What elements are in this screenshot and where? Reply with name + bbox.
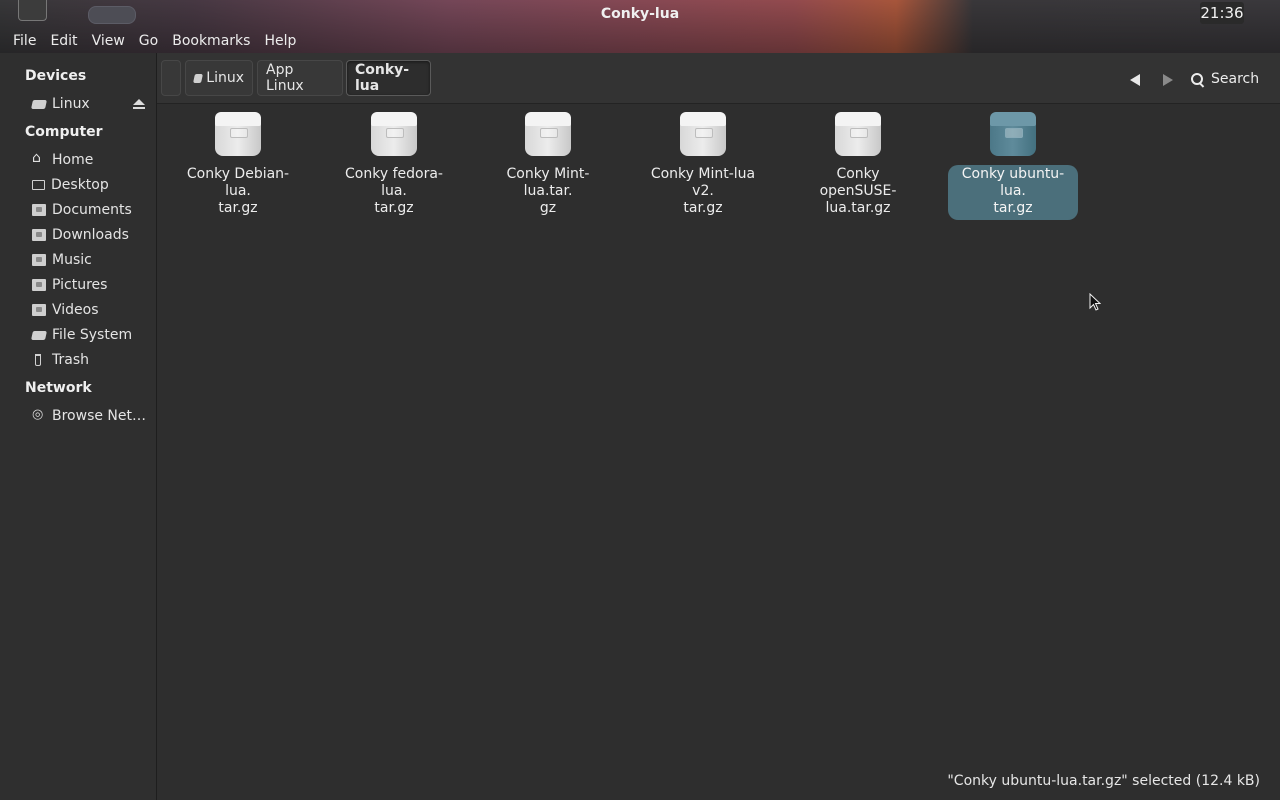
- sidebar-item-home[interactable]: Home: [32, 149, 154, 171]
- file-name: Conky fedora-lua. tar.gz: [345, 166, 443, 216]
- file-item[interactable]: Conky fedora-lua. tar.gz: [329, 112, 459, 220]
- sidebar-item-desktop[interactable]: Desktop: [32, 174, 154, 196]
- breadcrumb-label: Linux: [206, 70, 244, 86]
- sidebar-item-label: Documents: [52, 202, 132, 218]
- sidebar-item-label: Desktop: [51, 177, 109, 193]
- toolbar: Linux App Linux Conky-lua Search: [157, 53, 1280, 104]
- sidebar-item-music[interactable]: Music: [32, 249, 154, 271]
- drive-icon: [31, 331, 47, 340]
- file-name: Conky Debian-lua. tar.gz: [186, 166, 290, 216]
- sidebar-item-label: Videos: [52, 302, 99, 318]
- archive-icon: [988, 112, 1038, 160]
- sidebar-item-trash[interactable]: Trash: [32, 349, 154, 371]
- menu-edit[interactable]: Edit: [43, 31, 84, 51]
- sidebar-heading-network: Network: [25, 380, 92, 396]
- sidebar-item-label: Trash: [52, 352, 89, 368]
- search-label: Search: [1211, 71, 1260, 87]
- folder-icon: [32, 304, 46, 316]
- clock[interactable]: 21:36: [1200, 2, 1244, 24]
- breadcrumb-root[interactable]: [161, 60, 181, 96]
- file-name: Conky Mint-lua.tar. gz: [506, 166, 590, 216]
- file-name: Conky openSUSE- lua.tar.gz: [819, 166, 897, 216]
- menu-view[interactable]: View: [85, 31, 132, 51]
- file-name: Conky Mint-lua v2. tar.gz: [650, 166, 756, 216]
- archive-icon: [833, 112, 883, 160]
- file-view[interactable]: Conky Debian-lua. tar.gz Conky fedora-lu…: [157, 104, 1280, 764]
- breadcrumb-linux[interactable]: Linux: [185, 60, 253, 96]
- archive-icon: [678, 112, 728, 160]
- file-item[interactable]: Conky Mint-lua v2. tar.gz: [638, 112, 768, 220]
- sidebar: Devices Linux Computer Home Desktop Docu…: [0, 53, 157, 800]
- breadcrumb-conky-lua[interactable]: Conky-lua: [346, 60, 431, 96]
- sidebar-item-label: Linux: [52, 96, 90, 112]
- sidebar-item-label: Pictures: [52, 277, 108, 293]
- sidebar-heading-devices: Devices: [25, 68, 87, 84]
- folder-icon: [32, 279, 46, 291]
- archive-icon: [213, 112, 263, 160]
- file-item[interactable]: Conky openSUSE- lua.tar.gz: [793, 112, 923, 220]
- search-button[interactable]: Search: [1191, 68, 1259, 90]
- sidebar-heading-computer: Computer: [25, 124, 103, 140]
- sidebar-item-videos[interactable]: Videos: [32, 299, 154, 321]
- menu-help[interactable]: Help: [257, 31, 303, 51]
- folder-icon: [32, 229, 46, 241]
- sidebar-item-label: Home: [52, 152, 94, 168]
- file-item[interactable]: Conky Mint-lua.tar. gz: [483, 112, 613, 220]
- menubar: File Edit View Go Bookmarks Help: [6, 31, 303, 51]
- status-bar-text: "Conky ubuntu-lua.tar.gz" selected (12.4…: [947, 773, 1260, 789]
- archive-icon: [523, 112, 573, 160]
- mouse-cursor-icon: [1089, 293, 1101, 311]
- file-item[interactable]: Conky Debian-lua. tar.gz: [173, 112, 303, 220]
- folder-icon: [32, 204, 46, 216]
- menu-bookmarks[interactable]: Bookmarks: [165, 31, 257, 51]
- file-item-selected[interactable]: Conky ubuntu-lua. tar.gz: [948, 112, 1078, 220]
- sidebar-item-pictures[interactable]: Pictures: [32, 274, 154, 296]
- sidebar-item-documents[interactable]: Documents: [32, 199, 154, 221]
- sidebar-item-downloads[interactable]: Downloads: [32, 224, 154, 246]
- window-title: Conky-lua: [600, 6, 680, 22]
- search-icon: [1191, 73, 1203, 85]
- sidebar-item-label: Browse Net…: [52, 408, 147, 424]
- breadcrumb-label: App Linux: [266, 62, 304, 94]
- drive-icon: [193, 74, 204, 83]
- trash-icon: [32, 354, 46, 366]
- sidebar-item-label: Downloads: [52, 227, 129, 243]
- sidebar-item-label: File System: [52, 327, 133, 343]
- menu-file[interactable]: File: [6, 31, 43, 51]
- eject-icon[interactable]: [133, 99, 145, 109]
- file-name: Conky ubuntu-lua. tar.gz: [948, 165, 1078, 220]
- back-arrow-icon[interactable]: [1130, 74, 1140, 86]
- drive-icon: [31, 100, 47, 109]
- sidebar-item-file-system[interactable]: File System: [31, 324, 154, 346]
- desktop-icon: [32, 180, 45, 190]
- archive-icon: [369, 112, 419, 160]
- breadcrumb-app-linux[interactable]: App Linux: [257, 60, 343, 96]
- forward-arrow-icon[interactable]: [1163, 74, 1173, 86]
- home-icon: [32, 150, 46, 166]
- breadcrumb-label: Conky-lua: [355, 62, 410, 94]
- folder-icon: [32, 254, 46, 266]
- network-icon: [32, 407, 46, 422]
- sidebar-item-browse-network[interactable]: Browse Net…: [32, 405, 154, 427]
- menu-go[interactable]: Go: [132, 31, 165, 51]
- sidebar-item-label: Music: [52, 252, 92, 268]
